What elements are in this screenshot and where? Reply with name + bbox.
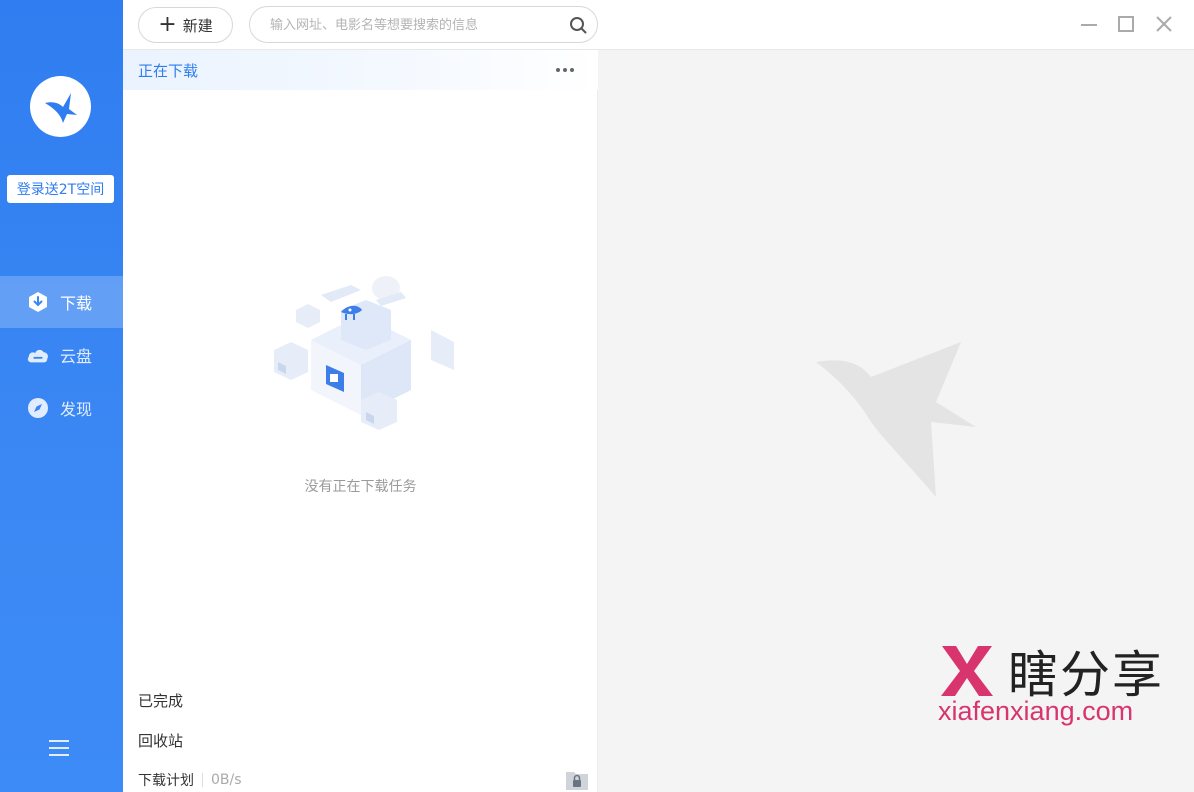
nav-item-discover[interactable]: 发现	[0, 382, 123, 434]
sidebar: 登录送2T空间 下载 云盘 发现	[0, 0, 123, 792]
divider	[202, 773, 203, 787]
minimize-icon[interactable]	[1079, 14, 1099, 34]
close-icon[interactable]	[1154, 14, 1174, 34]
maximize-icon[interactable]	[1116, 14, 1136, 34]
bird-watermark-icon	[816, 342, 976, 497]
cloud-icon	[26, 343, 50, 367]
nav-label-discover: 发现	[60, 400, 93, 419]
nav-item-cloud[interactable]: 云盘	[0, 329, 123, 381]
nav-label-download: 下载	[60, 294, 93, 313]
compass-icon	[26, 396, 50, 420]
empty-box-illustration	[274, 276, 454, 430]
top-toolbar: + 新建	[123, 0, 1194, 50]
detail-panel: 瞎分享 xiafenxiang.com	[598, 50, 1194, 792]
login-gift-button[interactable]: 登录送2T空间	[7, 175, 114, 203]
download-list-panel: 正在下载 没有正在下载任务 已完成 回收站 下载计划 0B/s	[123, 50, 598, 792]
hamburger-menu-icon[interactable]	[47, 738, 71, 758]
download-plan-bar: 下载计划 0B/s	[138, 770, 242, 790]
downloading-tab[interactable]: 正在下载	[138, 60, 198, 81]
nav-label-cloud: 云盘	[60, 347, 93, 366]
empty-state-text: 没有正在下载任务	[304, 479, 417, 495]
app-logo[interactable]	[30, 76, 91, 137]
more-options-icon[interactable]	[555, 67, 575, 73]
search-icon[interactable]	[569, 16, 587, 34]
bird-logo-icon	[44, 92, 77, 123]
download-plan-link[interactable]: 下载计划	[138, 770, 194, 790]
download-speed: 0B/s	[211, 772, 242, 788]
download-icon	[26, 290, 50, 314]
new-task-button[interactable]: + 新建	[138, 7, 233, 43]
completed-link[interactable]: 已完成	[138, 690, 183, 711]
x-logo-icon	[941, 646, 993, 696]
plus-icon: +	[158, 12, 177, 37]
lock-folder-icon[interactable]	[564, 766, 590, 792]
recycle-bin-link[interactable]: 回收站	[138, 730, 183, 751]
new-task-label: 新建	[182, 16, 213, 35]
watermark-url: xiafenxiang.com	[938, 696, 1134, 726]
search-input[interactable]	[270, 15, 560, 35]
search-box[interactable]	[249, 6, 598, 43]
nav-item-download[interactable]: 下载	[0, 276, 123, 328]
downloading-header: 正在下载	[123, 50, 598, 90]
